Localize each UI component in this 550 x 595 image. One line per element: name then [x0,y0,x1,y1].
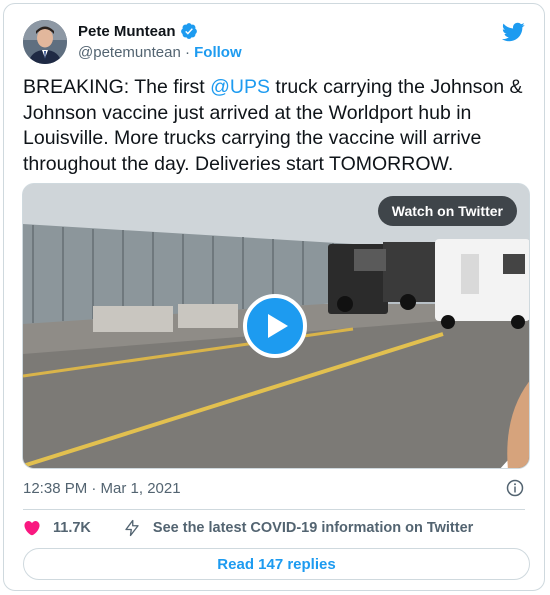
heart-icon[interactable] [23,519,41,537]
twitter-bird-icon[interactable] [501,20,525,44]
author-handle[interactable]: @petemuntean [78,44,181,61]
tweet-text-before: BREAKING: The first [23,76,211,98]
tweet-text: BREAKING: The first @UPS truck carrying … [23,75,523,177]
video-player[interactable]: Watch on Twitter [22,183,530,469]
author-name-row: Pete Muntean [78,22,198,40]
divider [23,509,525,510]
covid-info-link[interactable]: See the latest COVID-19 information on T… [153,520,473,536]
lightning-bolt-icon [125,519,139,537]
avatar[interactable] [23,20,67,64]
timestamp[interactable]: 12:38 PM · Mar 1, 2021 [23,480,181,497]
info-icon[interactable] [506,479,524,497]
separator-dot: · [184,44,190,61]
like-count[interactable]: 11.7K [53,520,91,536]
follow-button[interactable]: Follow [194,44,242,61]
action-bar: 11.7K See the latest COVID-19 informatio… [23,519,473,537]
watch-on-twitter-button[interactable]: Watch on Twitter [377,196,517,226]
verified-badge-icon [180,23,197,39]
author-name[interactable]: Pete Muntean [78,23,176,40]
tweet-card: Pete Muntean @petemuntean · Follow BREAK… [3,3,545,591]
mention-link[interactable]: @UPS [210,76,270,98]
author-handle-row: @petemuntean · Follow [78,44,242,61]
play-icon[interactable] [243,294,307,358]
play-triangle [267,314,288,338]
read-replies-button[interactable]: Read 147 replies [23,548,530,580]
